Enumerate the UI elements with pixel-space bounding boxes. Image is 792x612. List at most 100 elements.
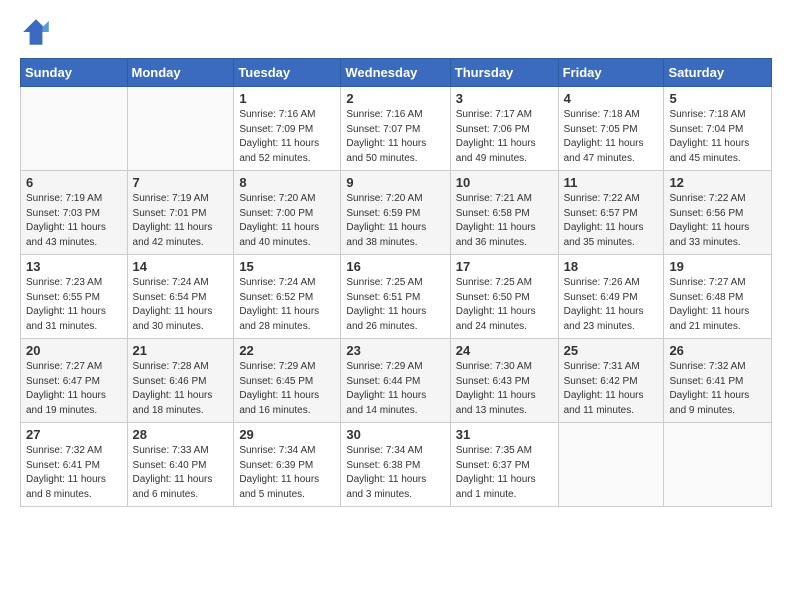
calendar-week-5: 27Sunrise: 7:32 AMSunset: 6:41 PMDayligh… bbox=[21, 423, 772, 507]
day-number: 29 bbox=[239, 427, 335, 442]
calendar-cell: 12 Sunrise: 7:22 AMSunset: 6:56 PMDayligh… bbox=[664, 171, 772, 255]
day-number: 26 bbox=[669, 343, 766, 358]
day-number: 12 bbox=[669, 175, 766, 190]
day-info: Sunrise: 7:35 AMSunset: 6:37 PMDaylight:… bbox=[456, 444, 553, 502]
day-number: 28 bbox=[133, 427, 229, 442]
day-number: 5 bbox=[669, 91, 766, 106]
day-number: 14 bbox=[133, 259, 229, 274]
day-info: Sunrise: 7:16 AMSunset: 7:07 PMDaylight:… bbox=[346, 108, 444, 166]
page: SundayMondayTuesdayWednesdayThursdayFrid… bbox=[0, 0, 792, 527]
calendar-cell: 15 Sunrise: 7:24 AMSunset: 6:52 PMDayligh… bbox=[234, 255, 341, 339]
day-number: 21 bbox=[133, 343, 229, 358]
calendar-week-3: 13 Sunrise: 7:23 AMSunset: 6:55 PMDayligh… bbox=[21, 255, 772, 339]
calendar-table: SundayMondayTuesdayWednesdayThursdayFrid… bbox=[20, 58, 772, 507]
calendar-cell: 11 Sunrise: 7:22 AMSunset: 6:57 PMDayligh… bbox=[558, 171, 664, 255]
calendar-cell: 4Sunrise: 7:18 AMSunset: 7:05 PMDaylight… bbox=[558, 87, 664, 171]
day-info: Sunrise: 7:17 AMSunset: 7:06 PMDaylight:… bbox=[456, 108, 553, 166]
day-info: Sunrise: 7:29 AMSunset: 6:44 PMDaylight:… bbox=[346, 360, 444, 418]
calendar-cell: 31 Sunrise: 7:35 AMSunset: 6:37 PMDayligh… bbox=[450, 423, 558, 507]
calendar-week-4: 20 Sunrise: 7:27 AMSunset: 6:47 PMDayligh… bbox=[21, 339, 772, 423]
logo bbox=[20, 16, 56, 48]
day-info: Sunrise: 7:22 AMSunset: 6:56 PMDaylight:… bbox=[669, 192, 766, 250]
calendar-cell: 2 Sunrise: 7:16 AMSunset: 7:07 PMDaylight… bbox=[341, 87, 450, 171]
calendar-week-2: 6 Sunrise: 7:19 AMSunset: 7:03 PMDaylight… bbox=[21, 171, 772, 255]
calendar-cell: 18 Sunrise: 7:26 AMSunset: 6:49 PMDayligh… bbox=[558, 255, 664, 339]
header bbox=[20, 16, 772, 48]
day-info: Sunrise: 7:32 AMSunset: 6:41 PMDaylight:… bbox=[26, 444, 122, 502]
day-info: Sunrise: 7:18 AMSunset: 7:05 PMDaylight:… bbox=[564, 108, 659, 166]
day-number: 20 bbox=[26, 343, 122, 358]
calendar-cell: 28 Sunrise: 7:33 AMSunset: 6:40 PMDayligh… bbox=[127, 423, 234, 507]
day-number: 9 bbox=[346, 175, 444, 190]
day-number: 2 bbox=[346, 91, 444, 106]
calendar-week-1: 1Sunrise: 7:16 AMSunset: 7:09 PMDaylight… bbox=[21, 87, 772, 171]
day-info: Sunrise: 7:23 AMSunset: 6:55 PMDaylight:… bbox=[26, 276, 122, 334]
day-number: 10 bbox=[456, 175, 553, 190]
day-info: Sunrise: 7:33 AMSunset: 6:40 PMDaylight:… bbox=[133, 444, 229, 502]
calendar-cell: 16 Sunrise: 7:25 AMSunset: 6:51 PMDayligh… bbox=[341, 255, 450, 339]
calendar-cell: 10 Sunrise: 7:21 AMSunset: 6:58 PMDayligh… bbox=[450, 171, 558, 255]
calendar-cell bbox=[558, 423, 664, 507]
calendar-header-monday: Monday bbox=[127, 59, 234, 87]
calendar-cell: 13 Sunrise: 7:23 AMSunset: 6:55 PMDayligh… bbox=[21, 255, 128, 339]
calendar-cell: 1Sunrise: 7:16 AMSunset: 7:09 PMDaylight… bbox=[234, 87, 341, 171]
day-number: 8 bbox=[239, 175, 335, 190]
calendar-header-row: SundayMondayTuesdayWednesdayThursdayFrid… bbox=[21, 59, 772, 87]
calendar-header-wednesday: Wednesday bbox=[341, 59, 450, 87]
day-info: Sunrise: 7:16 AMSunset: 7:09 PMDaylight:… bbox=[239, 108, 335, 166]
day-number: 16 bbox=[346, 259, 444, 274]
day-number: 3 bbox=[456, 91, 553, 106]
day-info: Sunrise: 7:27 AMSunset: 6:47 PMDaylight:… bbox=[26, 360, 122, 418]
day-info: Sunrise: 7:30 AMSunset: 6:43 PMDaylight:… bbox=[456, 360, 553, 418]
calendar-header-thursday: Thursday bbox=[450, 59, 558, 87]
day-number: 11 bbox=[564, 175, 659, 190]
day-info: Sunrise: 7:19 AMSunset: 7:01 PMDaylight:… bbox=[133, 192, 229, 250]
day-info: Sunrise: 7:21 AMSunset: 6:58 PMDaylight:… bbox=[456, 192, 553, 250]
day-info: Sunrise: 7:26 AMSunset: 6:49 PMDaylight:… bbox=[564, 276, 659, 334]
day-info: Sunrise: 7:19 AMSunset: 7:03 PMDaylight:… bbox=[26, 192, 122, 250]
day-number: 22 bbox=[239, 343, 335, 358]
calendar-header-saturday: Saturday bbox=[664, 59, 772, 87]
calendar-cell: 6 Sunrise: 7:19 AMSunset: 7:03 PMDaylight… bbox=[21, 171, 128, 255]
day-info: Sunrise: 7:32 AMSunset: 6:41 PMDaylight:… bbox=[669, 360, 766, 418]
calendar-header-sunday: Sunday bbox=[21, 59, 128, 87]
day-info: Sunrise: 7:24 AMSunset: 6:52 PMDaylight:… bbox=[239, 276, 335, 334]
calendar-cell: 21Sunrise: 7:28 AMSunset: 6:46 PMDayligh… bbox=[127, 339, 234, 423]
day-number: 13 bbox=[26, 259, 122, 274]
calendar-cell bbox=[664, 423, 772, 507]
calendar-cell: 29 Sunrise: 7:34 AMSunset: 6:39 PMDayligh… bbox=[234, 423, 341, 507]
day-number: 15 bbox=[239, 259, 335, 274]
logo-icon bbox=[20, 16, 52, 48]
calendar-cell: 14 Sunrise: 7:24 AMSunset: 6:54 PMDayligh… bbox=[127, 255, 234, 339]
calendar-cell: 30Sunrise: 7:34 AMSunset: 6:38 PMDayligh… bbox=[341, 423, 450, 507]
calendar-header-friday: Friday bbox=[558, 59, 664, 87]
calendar-cell: 17Sunrise: 7:25 AMSunset: 6:50 PMDayligh… bbox=[450, 255, 558, 339]
day-info: Sunrise: 7:24 AMSunset: 6:54 PMDaylight:… bbox=[133, 276, 229, 334]
calendar-cell bbox=[127, 87, 234, 171]
calendar-cell: 20 Sunrise: 7:27 AMSunset: 6:47 PMDayligh… bbox=[21, 339, 128, 423]
day-info: Sunrise: 7:25 AMSunset: 6:51 PMDaylight:… bbox=[346, 276, 444, 334]
day-number: 30 bbox=[346, 427, 444, 442]
calendar-cell: 7 Sunrise: 7:19 AMSunset: 7:01 PMDaylight… bbox=[127, 171, 234, 255]
day-number: 31 bbox=[456, 427, 553, 442]
day-info: Sunrise: 7:29 AMSunset: 6:45 PMDaylight:… bbox=[239, 360, 335, 418]
calendar-header-tuesday: Tuesday bbox=[234, 59, 341, 87]
calendar-cell: 8Sunrise: 7:20 AMSunset: 7:00 PMDaylight… bbox=[234, 171, 341, 255]
calendar-cell: 25Sunrise: 7:31 AMSunset: 6:42 PMDayligh… bbox=[558, 339, 664, 423]
calendar-cell: 24 Sunrise: 7:30 AMSunset: 6:43 PMDayligh… bbox=[450, 339, 558, 423]
day-number: 6 bbox=[26, 175, 122, 190]
calendar-cell bbox=[21, 87, 128, 171]
day-number: 24 bbox=[456, 343, 553, 358]
calendar-cell: 22 Sunrise: 7:29 AMSunset: 6:45 PMDayligh… bbox=[234, 339, 341, 423]
calendar-cell: 26 Sunrise: 7:32 AMSunset: 6:41 PMDayligh… bbox=[664, 339, 772, 423]
day-info: Sunrise: 7:25 AMSunset: 6:50 PMDaylight:… bbox=[456, 276, 553, 334]
day-info: Sunrise: 7:22 AMSunset: 6:57 PMDaylight:… bbox=[564, 192, 659, 250]
calendar-cell: 3 Sunrise: 7:17 AMSunset: 7:06 PMDaylight… bbox=[450, 87, 558, 171]
day-number: 7 bbox=[133, 175, 229, 190]
calendar-cell: 9Sunrise: 7:20 AMSunset: 6:59 PMDaylight… bbox=[341, 171, 450, 255]
calendar-cell: 23Sunrise: 7:29 AMSunset: 6:44 PMDayligh… bbox=[341, 339, 450, 423]
day-info: Sunrise: 7:31 AMSunset: 6:42 PMDaylight:… bbox=[564, 360, 659, 418]
day-info: Sunrise: 7:34 AMSunset: 6:39 PMDaylight:… bbox=[239, 444, 335, 502]
calendar-cell: 19Sunrise: 7:27 AMSunset: 6:48 PMDayligh… bbox=[664, 255, 772, 339]
day-number: 18 bbox=[564, 259, 659, 274]
